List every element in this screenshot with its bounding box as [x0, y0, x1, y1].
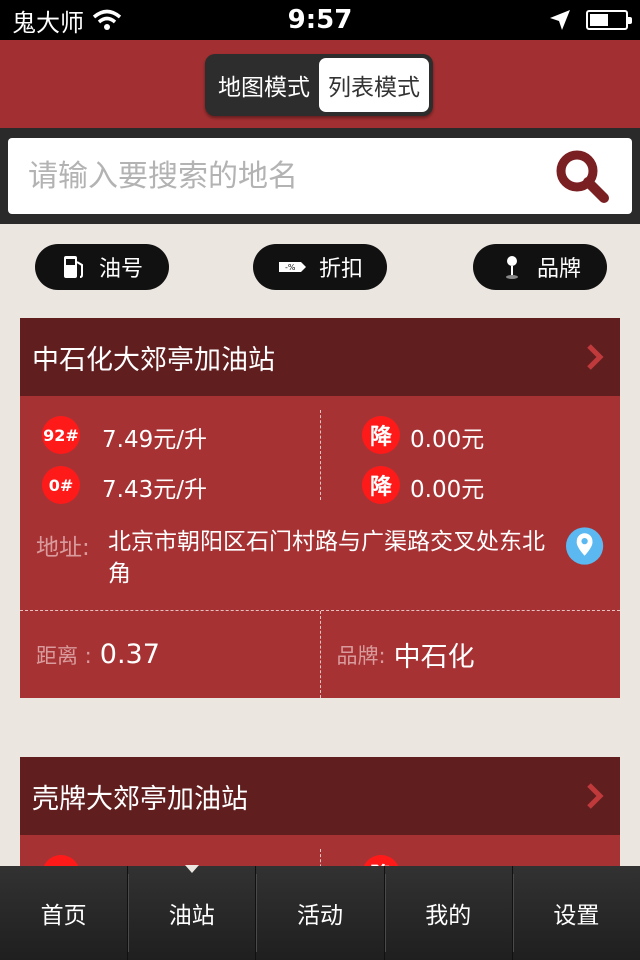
station-meta: 距离 : 0.37 品牌: 中石化: [20, 610, 620, 698]
fuel-price: 7.43元/升: [102, 477, 207, 503]
search-icon[interactable]: [552, 146, 612, 206]
search-input[interactable]: [28, 158, 498, 194]
fuel-grade-badge: 92#: [42, 416, 80, 454]
price-drop-amount: 0.00元: [410, 427, 485, 453]
brand-cell: 品牌: 中石化: [319, 611, 621, 698]
tab-mine[interactable]: 我的: [383, 866, 512, 960]
price-row: 0# 7.43元/升 降 0.00元: [20, 460, 620, 510]
map-location-icon[interactable]: [565, 526, 604, 566]
station-name: 壳牌大郊亭加油站: [32, 783, 248, 815]
status-right: [548, 8, 632, 32]
tab-home-label: 首页: [40, 903, 87, 929]
tab-stations[interactable]: 油站: [127, 865, 255, 960]
list-mode-button[interactable]: 列表模式: [319, 58, 429, 112]
station-card-header[interactable]: 壳牌大郊亭加油站: [20, 757, 620, 835]
battery-icon: [586, 10, 632, 30]
pin-icon: [505, 256, 518, 279]
fuel-pump-icon: [63, 256, 83, 278]
price-drop-badge: 降: [362, 416, 400, 454]
wifi-icon: [92, 9, 122, 30]
status-left: 鬼大师: [12, 3, 122, 38]
station-card-header[interactable]: 中石化大郊亭加油站: [20, 318, 620, 396]
filter-bar: 油号 -% 折扣 品牌: [0, 224, 640, 316]
search-bar: [0, 128, 640, 224]
brand-filter[interactable]: 品牌: [473, 244, 607, 290]
search-box: [8, 138, 632, 214]
price-list: 92# 7.49元/升 降 0.00元 0# 7.43元/升 降 0.00元: [20, 396, 620, 510]
price-row: 92# 7.49元/升 降 0.00元: [20, 410, 620, 460]
fuel-price: 7.49元/升: [102, 427, 207, 453]
station-card[interactable]: 中石化大郊亭加油站 92# 7.49元/升 降 0.00元 0# 7.43元/升…: [20, 318, 620, 698]
distance-value: 0.37: [99, 639, 160, 670]
fuel-grade-filter-label: 油号: [98, 257, 143, 282]
station-name: 中石化大郊亭加油站: [32, 344, 275, 376]
tab-settings[interactable]: 设置: [511, 866, 640, 960]
tab-activities-label: 活动: [297, 903, 343, 929]
fuel-grade-filter[interactable]: 油号: [35, 244, 169, 290]
tab-mine-label: 我的: [425, 903, 472, 929]
map-mode-button[interactable]: 地图模式: [209, 58, 319, 112]
header: 地图模式 列表模式: [0, 40, 640, 128]
brand-label: 品牌:: [336, 643, 386, 668]
discount-filter-label: 折扣: [318, 257, 363, 282]
price-drop-amount: 0.00元: [410, 477, 485, 503]
chevron-right-icon: [587, 344, 604, 370]
chevron-right-icon: [587, 783, 604, 809]
station-card[interactable]: 壳牌大郊亭加油站 92# 7.37元/升 降 0.00元: [20, 757, 620, 875]
distance-cell: 距离 : 0.37: [20, 611, 320, 698]
brand-filter-label: 品牌: [536, 257, 581, 282]
station-card-body: 92# 7.49元/升 降 0.00元 0# 7.43元/升 降 0.00元 地…: [20, 396, 620, 698]
tab-stations-label: 油站: [168, 903, 215, 929]
tab-home[interactable]: 首页: [0, 866, 127, 960]
address-text: 北京市朝阳区石门村路与广渠路交叉处东北角: [108, 529, 545, 587]
brand-value: 中石化: [393, 642, 475, 673]
mode-toggle: 地图模式 列表模式: [205, 54, 433, 116]
carrier-name: 鬼大师: [12, 8, 84, 37]
fuel-grade-badge: 0#: [42, 466, 80, 504]
tab-settings-label: 设置: [553, 903, 600, 929]
battery-level: [590, 14, 608, 26]
distance-label: 距离 :: [36, 643, 92, 668]
tab-activities[interactable]: 活动: [255, 866, 383, 960]
location-arrow-icon: [550, 10, 570, 30]
discount-tag-icon: -%: [278, 262, 306, 272]
address-label: 地址:: [36, 535, 90, 561]
discount-filter[interactable]: -% 折扣: [253, 244, 387, 290]
svg-text:-%: -%: [285, 263, 296, 272]
active-tab-indicator: [184, 865, 199, 873]
price-drop-badge: 降: [362, 466, 400, 504]
status-bar: 鬼大师 9:57: [0, 0, 640, 40]
station-address: 地址: 北京市朝阳区石门村路与广渠路交叉处东北角: [20, 510, 620, 610]
tab-bar: 首页 油站 活动 我的 设置: [0, 865, 640, 960]
